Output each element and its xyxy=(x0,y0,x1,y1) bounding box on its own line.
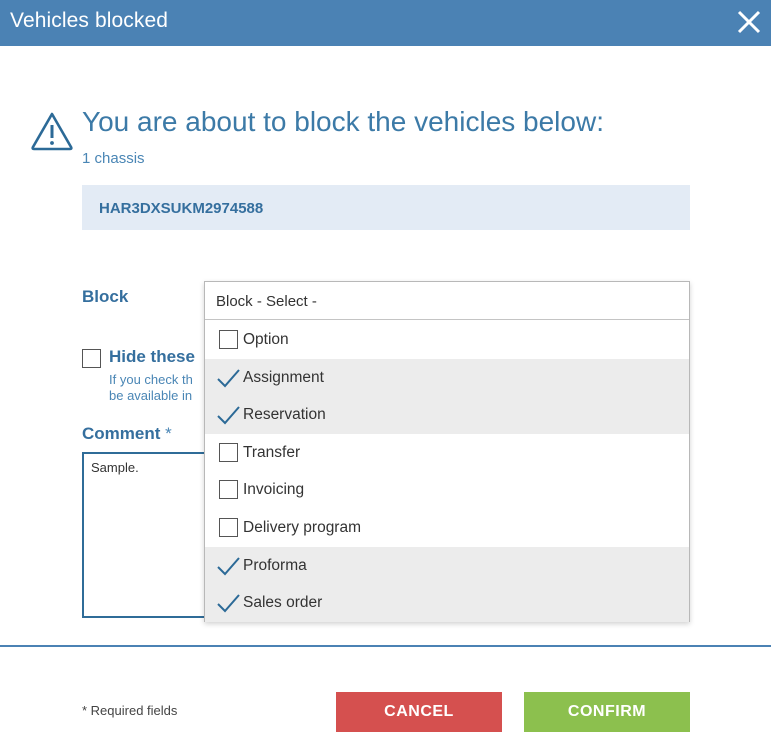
block-option-label: Delivery program xyxy=(243,518,362,536)
checkmark-icon xyxy=(217,406,240,425)
block-option[interactable]: Sales order xyxy=(205,584,689,622)
close-icon[interactable] xyxy=(735,8,763,36)
block-option-label: Sales order xyxy=(243,594,323,612)
block-option-label: Option xyxy=(243,331,289,348)
required-fields-note: * Required fields xyxy=(82,703,178,718)
comment-label: Comment * xyxy=(82,424,172,444)
block-option-label: Assignment xyxy=(243,368,324,386)
dialog-title-bar: Vehicles blocked xyxy=(0,0,771,46)
block-option[interactable]: Transfer xyxy=(205,434,689,472)
hide-help-line: be available in xyxy=(109,388,193,403)
warning-icon xyxy=(31,112,73,151)
footer-divider xyxy=(0,645,771,647)
cancel-button[interactable]: CANCEL xyxy=(336,692,502,732)
block-select-value: Block - Select - xyxy=(216,293,317,310)
required-mark: * xyxy=(165,424,172,443)
hide-label: Hide these xyxy=(109,347,195,366)
option-checkbox[interactable] xyxy=(219,330,238,349)
block-select[interactable]: Block - Select - xyxy=(205,282,689,320)
block-option-label: Proforma xyxy=(243,556,307,574)
chassis-count: 1 chassis xyxy=(82,150,145,167)
comment-label-text: Comment xyxy=(82,424,161,443)
dialog-heading: You are about to block the vehicles belo… xyxy=(82,106,604,137)
block-option[interactable]: Invoicing xyxy=(205,471,689,509)
option-checkbox[interactable] xyxy=(219,480,238,500)
block-dropdown: Block - Select - Option Assignment Reserva… xyxy=(204,281,690,622)
block-label: Block xyxy=(82,287,129,306)
block-option-label: Invoicing xyxy=(243,481,305,499)
hide-help-text: If you check th be available in xyxy=(109,372,193,404)
block-option[interactable]: Proforma xyxy=(205,546,689,585)
chassis-id: HAR3DXSUKM2974588 xyxy=(99,200,264,217)
block-option-label: Reservation xyxy=(243,406,326,424)
option-checkbox[interactable] xyxy=(219,517,238,537)
block-option[interactable]: Assignment xyxy=(205,358,689,397)
block-options-list: Option Assignment Reservation Transfer Invoi… xyxy=(205,321,689,622)
chassis-list: HAR3DXSUKM2974588 xyxy=(82,185,690,230)
checkmark-icon xyxy=(217,556,240,576)
block-option[interactable]: Reservation xyxy=(205,396,689,434)
comment-value: Sample. xyxy=(91,460,139,475)
block-option[interactable]: Option xyxy=(205,321,689,359)
hide-checkbox[interactable] xyxy=(82,349,101,368)
checkmark-icon xyxy=(217,368,240,388)
option-checkbox[interactable] xyxy=(219,442,238,462)
dialog-title: Vehicles blocked xyxy=(10,9,169,32)
hide-help-line: If you check th xyxy=(109,372,193,387)
block-option-label: Transfer xyxy=(243,443,301,461)
checkmark-icon xyxy=(217,594,240,613)
confirm-button[interactable]: CONFIRM xyxy=(524,692,690,732)
block-option[interactable]: Delivery program xyxy=(205,509,689,547)
